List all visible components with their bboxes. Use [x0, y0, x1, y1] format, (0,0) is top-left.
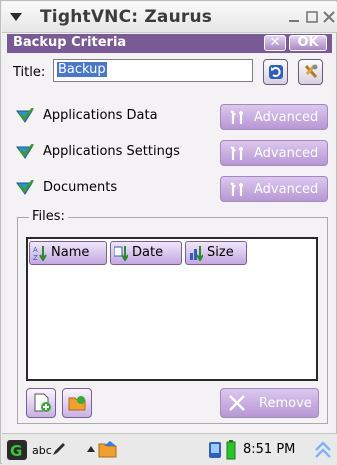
add-folder-button[interactable] — [62, 388, 92, 418]
tools-icon — [304, 64, 318, 79]
applications-data-checkbox[interactable] — [16, 108, 34, 124]
documents-label: Documents — [43, 180, 118, 195]
add-document-icon — [34, 393, 51, 412]
clock[interactable]: 8:51 PM — [243, 442, 295, 457]
restore-icon — [269, 65, 283, 79]
remove-button[interactable]: Remove — [220, 388, 319, 418]
title-settings-button[interactable] — [298, 59, 323, 85]
input-method-label[interactable]: abc — [32, 444, 52, 457]
wrench-icon — [230, 182, 243, 196]
window-title: TightVNC: Zaurus — [40, 7, 213, 27]
sort-alpha-icon: A Z — [33, 246, 47, 261]
documents-advanced-button[interactable]: Advanced — [220, 176, 328, 202]
window-menu-icon[interactable] — [8, 9, 24, 25]
column-header-size[interactable]: Size — [185, 241, 247, 265]
dialog-caption: Backup Criteria — [13, 35, 127, 50]
dialog-close-button[interactable]: ✕ — [264, 35, 286, 51]
column-header-name[interactable]: A Z Name — [29, 241, 107, 265]
dialog-caption-bar: Backup Criteria ✕ OK — [7, 34, 332, 53]
remove-label: Remove — [259, 396, 312, 411]
applications-settings-label: Applications Settings — [43, 144, 180, 159]
title-history-button[interactable] — [263, 59, 288, 85]
svg-text:Z: Z — [33, 254, 38, 261]
add-file-button[interactable] — [26, 388, 56, 418]
svg-text:G: G — [10, 442, 22, 460]
advanced-label: Advanced — [254, 182, 319, 197]
window-close-icon[interactable] — [321, 9, 337, 25]
maximize-icon[interactable] — [304, 9, 320, 25]
start-menu-icon[interactable]: G — [7, 440, 27, 460]
documents-checkbox[interactable] — [16, 180, 34, 196]
applications-data-label: Applications Data — [43, 108, 158, 123]
files-list[interactable]: A Z Name Date Size — [26, 237, 318, 381]
applications-settings-advanced-button[interactable]: Advanced — [220, 140, 328, 166]
title-label: Title: — [13, 65, 46, 80]
column-name-label: Name — [51, 245, 90, 260]
applications-data-advanced-button[interactable]: Advanced — [220, 104, 328, 130]
column-size-label: Size — [207, 245, 234, 260]
files-taskbar-icon[interactable] — [98, 440, 118, 458]
applications-settings-checkbox[interactable] — [16, 144, 34, 160]
wrench-icon — [230, 110, 243, 124]
device-icon[interactable] — [208, 441, 222, 459]
title-input-value: Backup — [57, 62, 107, 77]
taskbar: G abc 8:51 PM — [2, 433, 337, 465]
folder-icon — [68, 396, 86, 411]
sort-size-icon — [190, 246, 203, 261]
minimize-icon[interactable] — [286, 9, 302, 25]
battery-icon[interactable] — [226, 440, 236, 460]
window-titlebar: TightVNC: Zaurus — [2, 2, 337, 33]
title-input[interactable]: Backup — [53, 59, 253, 82]
arrow-up-icon[interactable] — [86, 445, 96, 453]
advanced-label: Advanced — [254, 146, 319, 161]
sort-date-icon — [114, 246, 128, 261]
column-header-date[interactable]: Date — [110, 241, 182, 265]
advanced-label: Advanced — [254, 110, 319, 125]
wrench-icon — [230, 146, 243, 160]
svg-text:A: A — [33, 246, 38, 254]
remove-icon — [229, 395, 245, 411]
ok-button[interactable]: OK — [289, 35, 327, 51]
column-date-label: Date — [132, 245, 164, 260]
expand-up-icon[interactable] — [314, 440, 332, 460]
pen-icon[interactable] — [52, 442, 66, 456]
vnc-window: TightVNC: Zaurus Backup Criteria ✕ OK Ti… — [0, 0, 337, 465]
files-legend: Files: — [29, 209, 68, 224]
